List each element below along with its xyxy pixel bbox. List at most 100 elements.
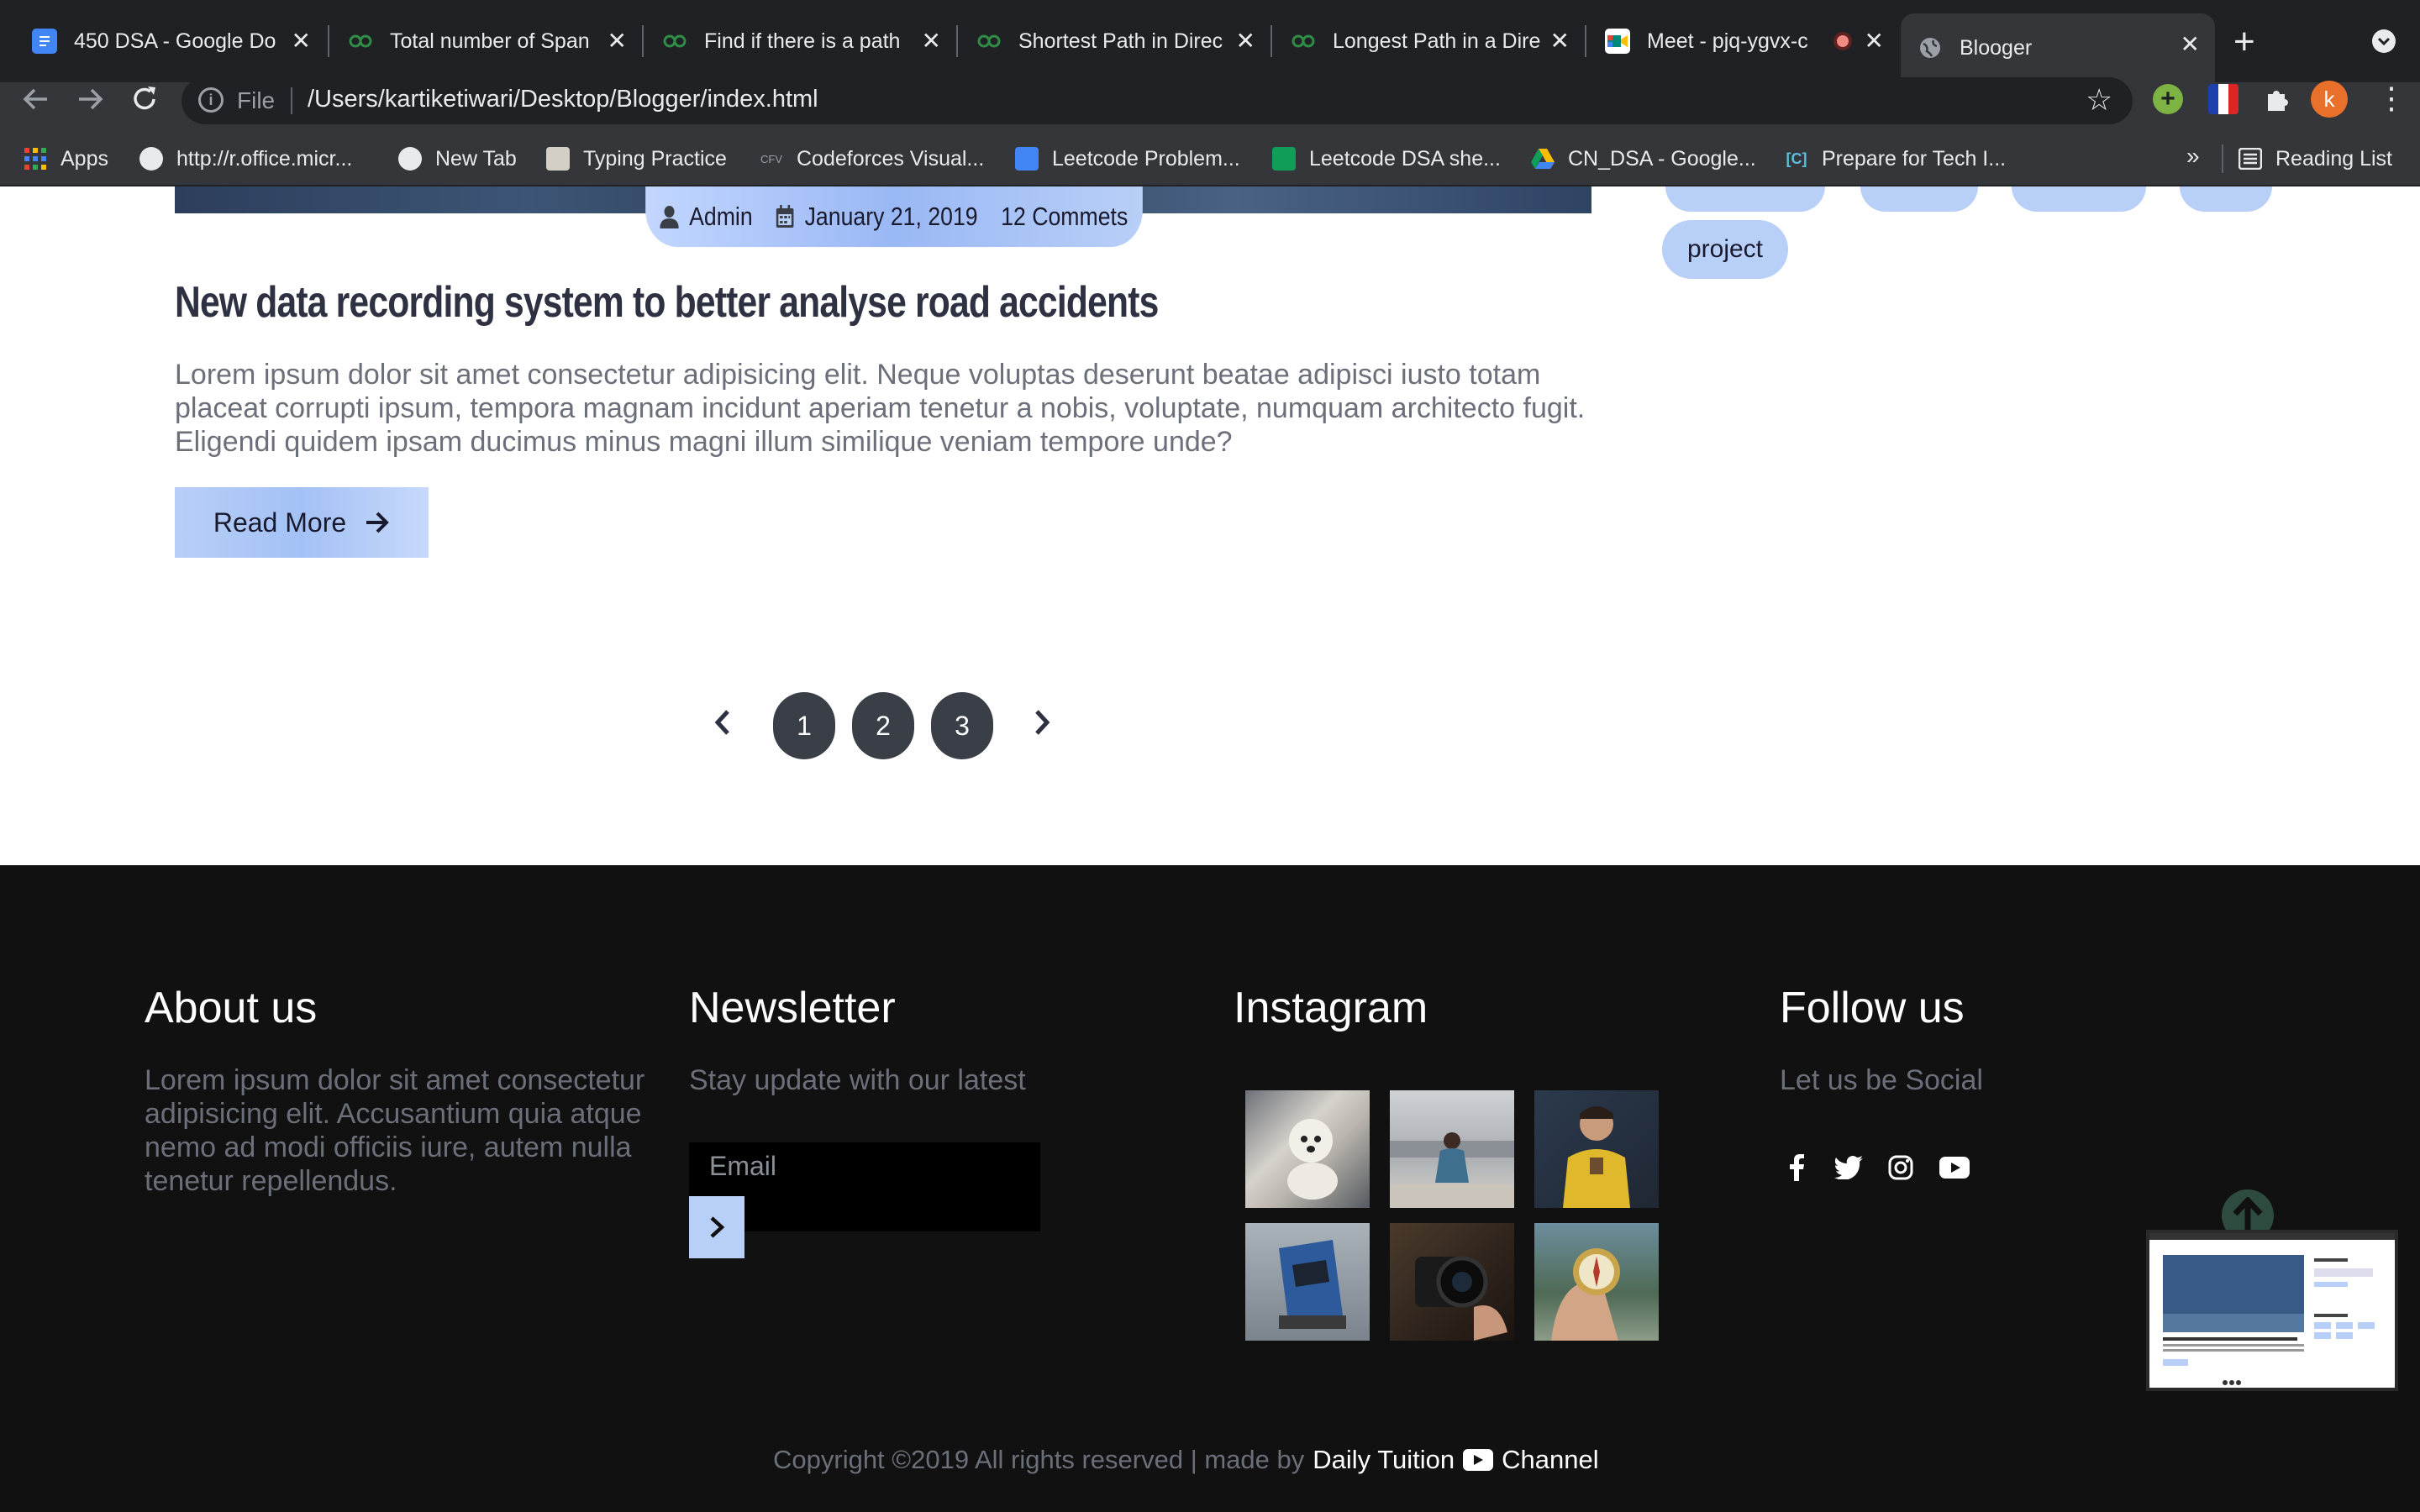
arrow-up-icon xyxy=(2233,1197,2263,1232)
extension-flag-icon[interactable] xyxy=(2208,84,2238,114)
globe-icon xyxy=(398,147,422,171)
browser-tab[interactable]: Longest Path in a Dire ✕ xyxy=(1274,15,1585,67)
browser-tab[interactable]: 450 DSA - Google Do ✕ xyxy=(15,15,326,67)
bookmark-label: CN_DSA - Google... xyxy=(1568,146,1756,171)
copyright-line: Copyright ©2019 All rights reserved | ma… xyxy=(773,1445,1599,1475)
instagram-woman-city-photo[interactable] xyxy=(1390,1090,1514,1208)
newsletter-submit-button[interactable] xyxy=(689,1196,744,1258)
browser-menu-icon[interactable]: ⋮ xyxy=(2376,81,2407,116)
google-sheets-icon xyxy=(1272,147,1296,171)
tag-pill[interactable] xyxy=(1665,186,1825,212)
tab-title: Total number of Span xyxy=(390,29,590,53)
back-icon[interactable] xyxy=(20,84,50,121)
user-icon xyxy=(660,206,680,228)
tag-pill[interactable] xyxy=(1860,186,1978,212)
bookmark-item[interactable]: New Tab xyxy=(398,144,517,173)
close-icon[interactable]: ✕ xyxy=(1236,29,1255,54)
screen-share-preview[interactable] xyxy=(2146,1230,2398,1391)
recording-icon xyxy=(1833,32,1852,50)
reading-list-label: Reading List xyxy=(2275,146,2392,171)
close-icon[interactable]: ✕ xyxy=(608,29,627,54)
bookmark-label: Leetcode DSA she... xyxy=(1309,146,1501,171)
bookmark-item[interactable]: Apps xyxy=(24,144,108,173)
instagram-icon[interactable] xyxy=(1884,1151,1918,1184)
bookmark-item[interactable]: Leetcode DSA she... xyxy=(1272,144,1501,173)
globe-icon xyxy=(1918,35,1943,60)
typing-icon xyxy=(546,147,570,171)
cfv-icon: CFV xyxy=(760,152,782,165)
arrow-right-icon xyxy=(366,512,389,533)
page-viewport: Admin January 21, 2019 12 Commets New da… xyxy=(0,186,2420,1512)
twitter-icon[interactable] xyxy=(1832,1151,1865,1184)
browser-tab[interactable]: Find if there is a path ✕ xyxy=(645,15,956,67)
address-url[interactable]: /Users/kartiketiwari/Desktop/Blogger/ind… xyxy=(308,86,818,113)
tab-title: Find if there is a path xyxy=(704,29,901,53)
bookmark-label: Typing Practice xyxy=(583,146,727,171)
read-more-button[interactable]: Read More xyxy=(175,487,429,558)
close-icon[interactable]: ✕ xyxy=(292,29,311,54)
browser-tab-active[interactable]: Blooger ✕ xyxy=(1901,13,2215,82)
pagination-next[interactable] xyxy=(1032,707,1052,745)
instagram-man-yellow-photo[interactable] xyxy=(1534,1090,1659,1208)
tab-title: Meet - pjq-ygvx-c xyxy=(1647,29,1808,53)
apps-grid-icon xyxy=(24,147,47,171)
pagination-page[interactable]: 2 xyxy=(852,692,914,759)
bookmarks-overflow-icon[interactable]: » xyxy=(2186,143,2200,170)
reload-icon[interactable] xyxy=(129,84,160,121)
gfg-icon xyxy=(348,29,373,54)
google-docs-icon xyxy=(1015,147,1039,171)
post-comments: 12 Commets xyxy=(1001,202,1128,232)
bookmark-item[interactable]: CFV Codeforces Visual... xyxy=(760,144,984,173)
copyright-brand[interactable]: Daily Tuition xyxy=(1313,1445,1455,1475)
reading-list-button[interactable]: Reading List xyxy=(2238,144,2392,173)
pagination-page[interactable]: 3 xyxy=(931,692,993,759)
instagram-car-photo[interactable] xyxy=(1245,1223,1370,1341)
footer-about-text: Lorem ipsum dolor sit amet consectetur a… xyxy=(145,1064,645,1197)
bookmark-item[interactable]: http://r.office.micr... xyxy=(139,144,352,173)
pagination-prev[interactable] xyxy=(713,707,733,745)
bookmark-item[interactable]: [C] Prepare for Tech I... xyxy=(1785,144,2007,173)
tab-divider xyxy=(642,25,644,57)
bookmark-label: Prepare for Tech I... xyxy=(1822,146,2007,171)
gfg-icon xyxy=(1291,29,1316,54)
profile-avatar[interactable]: k xyxy=(2311,81,2348,118)
google-docs-icon xyxy=(32,29,57,54)
post-author: Admin xyxy=(660,202,753,232)
footer-newsletter-text: Stay update with our latest xyxy=(689,1064,1026,1096)
youtube-icon[interactable] xyxy=(1938,1151,1971,1184)
forward-icon[interactable] xyxy=(76,84,106,121)
footer-follow-text: Let us be Social xyxy=(1780,1064,1983,1096)
bookmark-item[interactable]: Typing Practice xyxy=(546,144,727,173)
tag-pill[interactable] xyxy=(2012,186,2146,212)
close-icon[interactable]: ✕ xyxy=(2181,32,2200,57)
tag-pill[interactable] xyxy=(2180,186,2272,212)
close-icon[interactable]: ✕ xyxy=(1550,29,1570,54)
gfg-icon xyxy=(662,29,687,54)
extension-plus-icon[interactable]: + xyxy=(2153,84,2183,114)
browser-tab[interactable]: Shortest Path in Direc ✕ xyxy=(960,15,1270,67)
bookmark-item[interactable]: CN_DSA - Google... xyxy=(1531,144,1756,173)
instagram-compass-photo[interactable] xyxy=(1534,1223,1659,1341)
bookmark-item[interactable]: Leetcode Problem... xyxy=(1015,144,1240,173)
bookmark-label: Leetcode Problem... xyxy=(1052,146,1240,171)
google-drive-icon xyxy=(1531,147,1555,171)
bookmark-star-icon[interactable]: ☆ xyxy=(2086,82,2112,118)
tag-pill[interactable]: project xyxy=(1662,220,1788,279)
site-info-icon[interactable]: i xyxy=(198,87,224,113)
tab-divider xyxy=(1585,25,1586,57)
address-divider xyxy=(291,87,292,114)
post-title[interactable]: New data recording system to better anal… xyxy=(175,277,1159,328)
facebook-icon[interactable] xyxy=(1780,1151,1813,1184)
instagram-dog-photo[interactable] xyxy=(1245,1090,1370,1208)
new-tab-button[interactable]: + xyxy=(2233,24,2255,60)
browser-tab[interactable]: Meet - pjq-ygvx-c ✕ xyxy=(1588,15,1899,67)
extensions-puzzle-icon[interactable] xyxy=(2262,84,2292,114)
close-icon[interactable]: ✕ xyxy=(922,29,941,54)
browser-tab[interactable]: Total number of Span ✕ xyxy=(331,15,642,67)
copyright-channel[interactable]: Channel xyxy=(1502,1445,1598,1475)
instagram-camera-photo[interactable] xyxy=(1390,1223,1514,1341)
youtube-icon xyxy=(1463,1449,1494,1471)
pagination-page[interactable]: 1 xyxy=(773,692,835,759)
tab-search-icon[interactable] xyxy=(2371,29,2396,60)
close-icon[interactable]: ✕ xyxy=(1865,29,1884,54)
